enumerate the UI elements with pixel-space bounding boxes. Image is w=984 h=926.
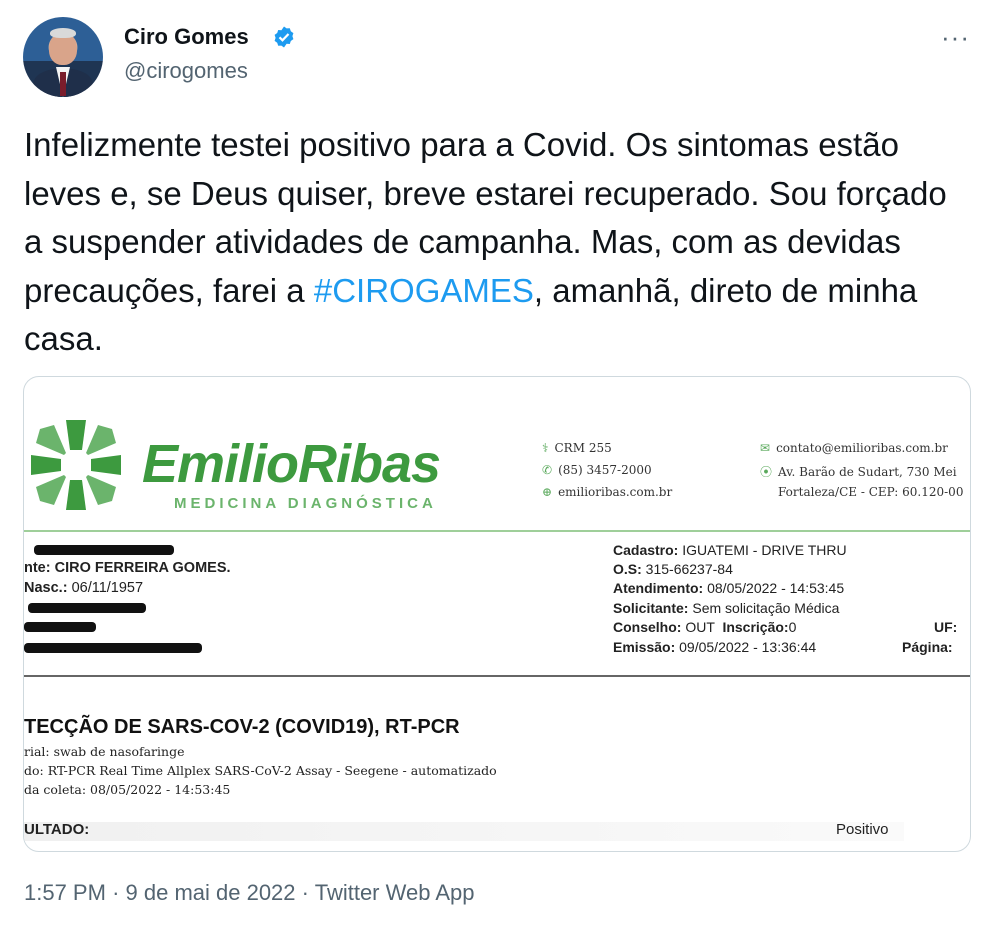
- tweet-source[interactable]: Twitter Web App: [315, 880, 475, 905]
- patient-birth: Nasc.: 06/11/1957: [24, 580, 144, 596]
- record-emissao: Emissão: 09/05/2022 - 13:36:44: [613, 639, 817, 655]
- record-cadastro: Cadastro: IGUATEMI - DRIVE THRU: [613, 542, 847, 558]
- tweet-media-image[interactable]: EmilioRibas MEDICINA DIAGNÓSTICA ⚕ CRM 25…: [23, 376, 971, 852]
- contact-email: ✉ contato@emilioribas.com.br: [760, 441, 948, 455]
- record-uf: UF:: [934, 619, 958, 635]
- record-os: O.S: 315-66237-84: [613, 561, 733, 577]
- brand-name: EmilioRibas: [142, 434, 441, 494]
- record-solicitante: Solicitante: Sem solicitação Médica: [613, 600, 840, 616]
- contact-crm: ⚕ CRM 255: [542, 441, 612, 455]
- contact-phone: ✆ (85) 3457-2000: [542, 463, 652, 477]
- section-divider: [24, 675, 970, 677]
- tweet-footer: 1:57 PM · 9 de mai de 2022 · Twitter Web…: [24, 880, 475, 906]
- emilio-ribas-logo-icon: [31, 420, 121, 510]
- result-value: Positivo: [836, 821, 889, 838]
- exam-collection: da coleta: 08/05/2022 - 14:53:45: [24, 782, 231, 797]
- more-options-icon[interactable]: ···: [941, 22, 970, 53]
- redaction-bar: [24, 643, 202, 653]
- record-atendimento: Atendimento: 08/05/2022 - 14:53:45: [613, 580, 845, 596]
- footer-separator: ·: [301, 880, 309, 905]
- tweet-date[interactable]: 9 de mai de 2022: [126, 880, 296, 905]
- author-name[interactable]: Ciro Gomes: [124, 24, 249, 50]
- hashtag-link[interactable]: #CIROGAMES: [314, 272, 534, 309]
- exam-material: rial: swab de nasofaringe: [24, 744, 185, 759]
- tweet-time[interactable]: 1:57 PM: [24, 880, 106, 905]
- globe-icon: ⊕: [542, 485, 553, 499]
- location-pin-icon: ⦿: [760, 465, 773, 479]
- contact-address: ⦿ Av. Barão de Sudart, 730 Mei: [760, 465, 957, 479]
- mail-icon: ✉: [760, 441, 771, 455]
- contact-website: ⊕ emilioribas.com.br: [542, 485, 673, 499]
- whatsapp-icon: ✆: [542, 463, 553, 477]
- footer-separator: ·: [112, 880, 120, 905]
- avatar[interactable]: [23, 17, 103, 97]
- author-handle[interactable]: @cirogomes: [124, 58, 248, 84]
- brand-subtitle: MEDICINA DIAGNÓSTICA: [174, 495, 437, 512]
- result-bar: [24, 822, 904, 841]
- redaction-bar: [24, 622, 96, 632]
- avatar-tie: [60, 72, 66, 96]
- caduceus-icon: ⚕: [542, 441, 549, 455]
- result-label: ULTADO:: [24, 821, 90, 838]
- exam-method: do: RT-PCR Real Time Allplex SARS-CoV-2 …: [24, 763, 497, 778]
- record-conselho: Conselho: OUT Inscrição:0: [613, 619, 797, 635]
- header-divider: [24, 530, 970, 532]
- verified-badge-icon: [274, 26, 294, 48]
- record-pagina: Página:: [902, 639, 953, 655]
- redaction-bar: [28, 603, 146, 613]
- exam-title: TECÇÃO DE SARS-COV-2 (COVID19), RT-PCR: [24, 716, 460, 738]
- tweet-text: Infelizmente testei positivo para a Covi…: [24, 121, 959, 364]
- patient-name: nte: CIRO FERREIRA GOMES.: [24, 560, 231, 576]
- avatar-hair: [50, 28, 76, 38]
- contact-city: Fortaleza/CE - CEP: 60.120-00: [778, 485, 964, 499]
- redaction-bar: [34, 545, 174, 555]
